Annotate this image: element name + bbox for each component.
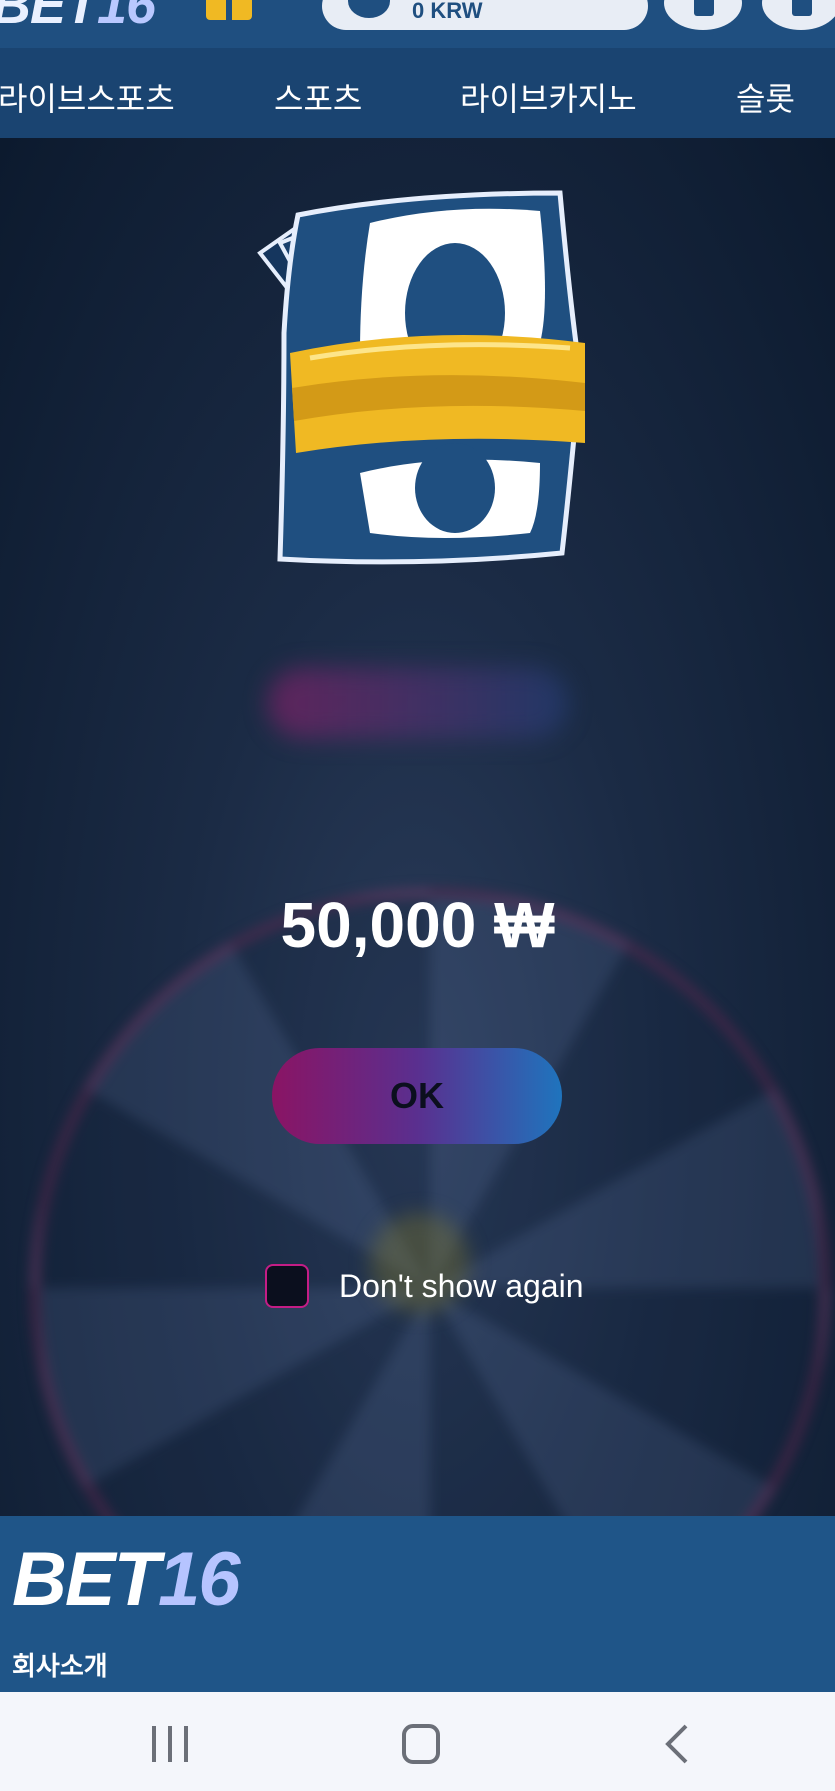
back-icon[interactable] <box>650 1722 710 1766</box>
ok-button[interactable]: OK <box>272 1048 562 1144</box>
footer-link-about[interactable]: 회사소개 <box>12 1646 108 1683</box>
blurred-banner <box>268 668 568 738</box>
balance-display[interactable]: 0 KRW <box>322 0 648 30</box>
fortune-wheel-background <box>30 888 830 1516</box>
site-footer: BET16 회사소개 <box>0 1516 835 1692</box>
cash-stack-icon <box>257 190 585 565</box>
nav-item-live-casino[interactable]: 라이브카지노 <box>460 74 637 120</box>
nav-item-slots[interactable]: 슬롯 <box>736 74 795 120</box>
menu-icon <box>792 0 812 16</box>
account-button[interactable] <box>664 0 742 30</box>
wallet-icon <box>348 0 390 18</box>
recents-icon[interactable] <box>140 1722 200 1766</box>
category-nav: 라이브스포츠 스포츠 라이브카지노 슬롯 <box>0 48 835 138</box>
dont-show-again-label[interactable]: Don't show again <box>339 1268 583 1305</box>
menu-button[interactable] <box>762 0 835 30</box>
balance-text: 0 KRW <box>412 0 483 23</box>
site-logo[interactable]: BET16 <box>0 0 156 36</box>
user-icon <box>694 0 714 16</box>
top-header: BET16 0 KRW <box>0 0 835 48</box>
home-icon[interactable] <box>390 1722 450 1766</box>
dont-show-again-checkbox[interactable] <box>265 1264 309 1308</box>
nav-item-sports[interactable]: 스포츠 <box>274 74 362 120</box>
bonus-modal: 50,000 ₩ OK Don't show again <box>0 138 835 1516</box>
nav-item-live-sports[interactable]: 라이브스포츠 <box>0 74 175 120</box>
bonus-amount: 50,000 ₩ <box>280 889 555 961</box>
footer-logo: BET16 <box>12 1537 241 1622</box>
gift-icon[interactable] <box>206 0 252 20</box>
system-navigation-bar <box>0 1692 835 1791</box>
